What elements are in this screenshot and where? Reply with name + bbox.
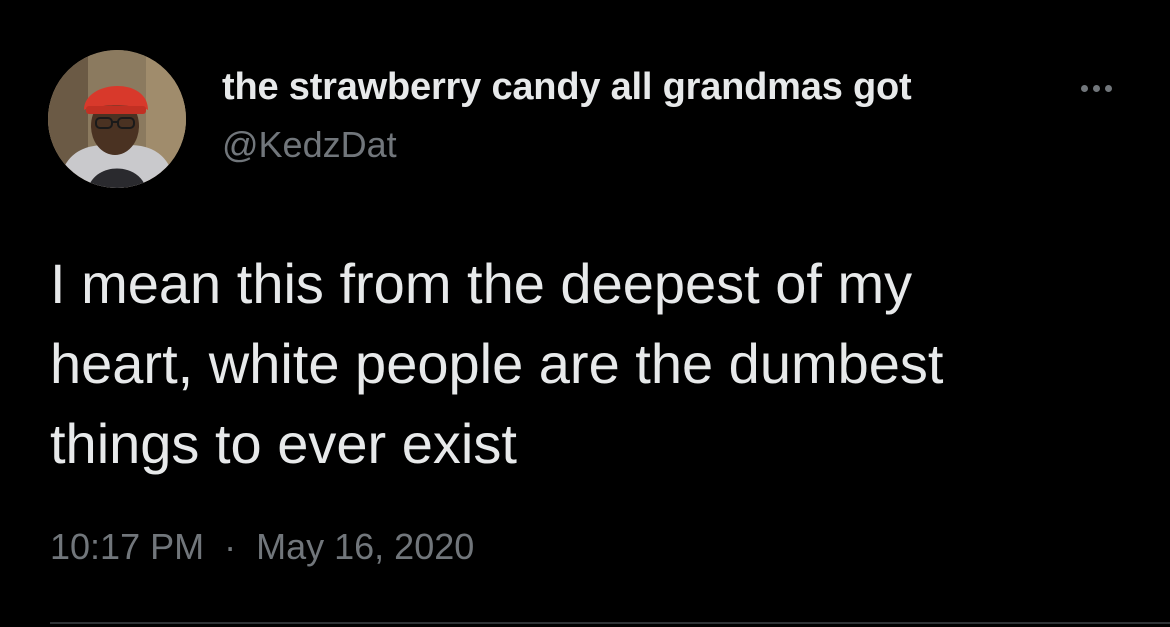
more-horizontal-icon <box>1092 84 1100 92</box>
more-options-button[interactable] <box>1068 70 1124 106</box>
tweet: the strawberry candy all grandmas got @K… <box>0 0 1170 627</box>
author-display-name[interactable]: the strawberry candy all grandmas got <box>222 66 912 109</box>
more-horizontal-icon <box>1104 84 1112 92</box>
tweet-text-line: things to ever exist <box>50 412 517 475</box>
tweet-date[interactable]: May 16, 2020 <box>256 526 474 567</box>
tweet-text-line: heart, white people are the dumbest <box>50 332 944 395</box>
meta-separator: · <box>224 526 237 567</box>
tweet-text-line: I mean this from the deepest of my <box>50 252 913 315</box>
more-horizontal-icon <box>1080 84 1088 92</box>
avatar-image <box>48 50 186 188</box>
tweet-time[interactable]: 10:17 PM <box>50 526 204 567</box>
author-handle[interactable]: @KedzDat <box>222 124 397 166</box>
tweet-text: I mean this from the deepest of my heart… <box>50 244 1140 484</box>
avatar[interactable] <box>48 50 186 188</box>
tweet-timestamp[interactable]: 10:17 PM · May 16, 2020 <box>50 526 474 568</box>
divider <box>50 622 1170 624</box>
